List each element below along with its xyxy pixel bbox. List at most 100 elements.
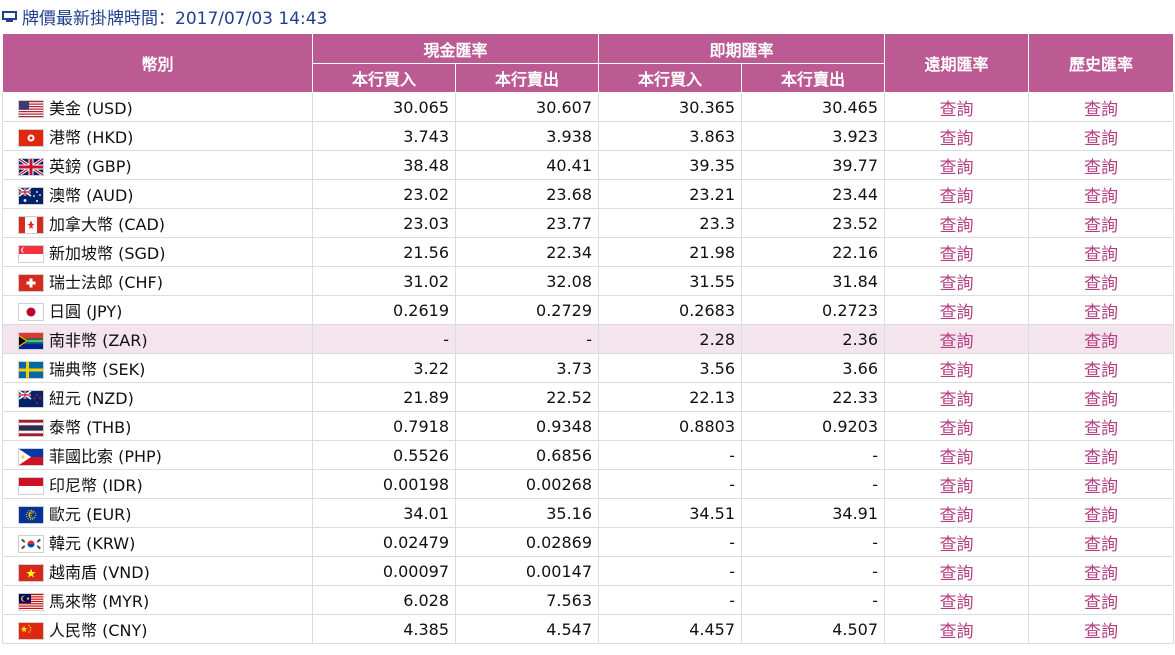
- history-rate-query-link[interactable]: 查詢: [1028, 295, 1175, 325]
- history-rate-query-link[interactable]: 查詢: [1028, 614, 1175, 644]
- currency-name: 韓元 (KRW): [49, 534, 136, 553]
- spot-buy-rate: 39.35: [598, 150, 743, 180]
- currency-name: 越南盾 (VND): [49, 563, 150, 582]
- history-rate-query-link[interactable]: 查詢: [1028, 324, 1175, 354]
- history-rate-query-link[interactable]: 查詢: [1028, 121, 1175, 151]
- spot-buy-rate: 0.8803: [598, 411, 743, 441]
- cash-sell-rate: 3.938: [454, 121, 600, 151]
- cash-sell-rate: 4.547: [454, 614, 600, 644]
- spot-sell-rate: 2.36: [741, 324, 886, 354]
- spot-buy-rate: 3.56: [598, 353, 743, 383]
- cash-buy-rate: 4.385: [312, 614, 456, 644]
- forward-rate-query-link[interactable]: 查詢: [884, 92, 1030, 122]
- cash-buy-rate: 34.01: [312, 498, 456, 528]
- currency-name: 紐元 (NZD): [49, 389, 134, 408]
- history-rate-query-link[interactable]: 查詢: [1028, 92, 1175, 122]
- forward-rate-query-link[interactable]: 查詢: [884, 498, 1030, 528]
- history-rate-query-link[interactable]: 查詢: [1028, 150, 1175, 180]
- currency-name: 港幣 (HKD): [49, 128, 134, 147]
- forward-rate-query-link[interactable]: 查詢: [884, 266, 1030, 296]
- spot-sell-rate: 3.66: [741, 353, 886, 383]
- history-rate-query-link[interactable]: 查詢: [1028, 382, 1175, 412]
- cash-buy-rate: 0.00097: [312, 556, 456, 586]
- forward-rate-query-link[interactable]: 查詢: [884, 469, 1030, 499]
- currency-name: 瑞典幣 (SEK): [49, 360, 146, 379]
- table-row: 英鎊 (GBP) 38.48 40.41 39.35 39.77 查詢 查詢: [2, 150, 1175, 180]
- zar-flag-icon: [19, 333, 43, 349]
- cash-sell-rate: 0.02869: [454, 527, 600, 557]
- forward-rate-query-link[interactable]: 查詢: [884, 411, 1030, 441]
- currency-name: 人民幣 (CNY): [49, 621, 148, 640]
- table-row: 馬來幣 (MYR) 6.028 7.563- - 查詢 查詢: [2, 585, 1175, 615]
- cash-buy-rate: 21.89: [312, 382, 456, 412]
- history-rate-query-link[interactable]: 查詢: [1028, 353, 1175, 383]
- currency-cell: 印尼幣 (IDR): [2, 469, 313, 499]
- spot-sell-rate: 3.923: [741, 121, 886, 151]
- gbp-flag-icon: [19, 159, 43, 175]
- table-row: 泰幣 (THB) 0.7918 0.9348 0.8803 0.9203 查詢 查詢: [2, 411, 1175, 441]
- currency-name: 瑞士法郎 (CHF): [49, 273, 163, 292]
- forward-rate-query-link[interactable]: 查詢: [884, 324, 1030, 354]
- spot-buy-rate: -: [598, 469, 743, 499]
- history-rate-query-link[interactable]: 查詢: [1028, 237, 1175, 267]
- spot-sell-rate: 30.465: [741, 92, 886, 122]
- forward-rate-query-link[interactable]: 查詢: [884, 527, 1030, 557]
- history-rate-query-link[interactable]: 查詢: [1028, 208, 1175, 238]
- currency-cell: 澳幣 (AUD): [2, 179, 313, 209]
- forward-rate-query-link[interactable]: 查詢: [884, 585, 1030, 615]
- currency-cell: 馬來幣 (MYR): [2, 585, 313, 615]
- cash-sell-rate: 23.68: [454, 179, 600, 209]
- cash-buy-rate: 0.02479: [312, 527, 456, 557]
- history-rate-query-link[interactable]: 查詢: [1028, 585, 1175, 615]
- cash-buy-rate: 3.22: [312, 353, 456, 383]
- table-row: 日圓 (JPY) 0.2619 0.2729 0.2683 0.2723 查詢 查詢: [2, 295, 1175, 325]
- currency-cell: 港幣 (HKD): [2, 121, 313, 151]
- update-time-bar: 牌價最新掛牌時間：2017/07/03 14:43: [0, 0, 1175, 33]
- cad-flag-icon: [19, 217, 43, 233]
- vnd-flag-icon: [19, 565, 43, 581]
- cash-sell-rate: 0.6856: [454, 440, 600, 470]
- forward-rate-query-link[interactable]: 查詢: [884, 440, 1030, 470]
- forward-rate-query-link[interactable]: 查詢: [884, 237, 1030, 267]
- forward-rate-query-link[interactable]: 查詢: [884, 121, 1030, 151]
- forward-rate-query-link[interactable]: 查詢: [884, 382, 1030, 412]
- col-header-spot-buy: 本行買入: [598, 63, 743, 93]
- history-rate-query-link[interactable]: 查詢: [1028, 411, 1175, 441]
- cash-buy-rate: 3.743: [312, 121, 456, 151]
- currency-cell: 新加坡幣 (SGD): [2, 237, 313, 267]
- history-rate-query-link[interactable]: 查詢: [1028, 556, 1175, 586]
- cash-sell-rate: 7.563: [454, 585, 600, 615]
- forward-rate-query-link[interactable]: 查詢: [884, 179, 1030, 209]
- svg-text:€: €: [28, 511, 34, 522]
- forward-rate-query-link[interactable]: 查詢: [884, 295, 1030, 325]
- forward-rate-query-link[interactable]: 查詢: [884, 556, 1030, 586]
- currency-name: 泰幣 (THB): [49, 418, 132, 437]
- krw-flag-icon: [19, 536, 43, 552]
- forward-rate-query-link[interactable]: 查詢: [884, 150, 1030, 180]
- forward-rate-query-link[interactable]: 查詢: [884, 208, 1030, 238]
- history-rate-query-link[interactable]: 查詢: [1028, 179, 1175, 209]
- spot-buy-rate: 30.365: [598, 92, 743, 122]
- history-rate-query-link[interactable]: 查詢: [1028, 440, 1175, 470]
- col-header-cash-sell: 本行賣出: [454, 63, 600, 93]
- table-row: 美金 (USD) 30.065 30.607 30.365 30.465 查詢 查詢: [2, 92, 1175, 122]
- currency-cell: 泰幣 (THB): [2, 411, 313, 441]
- forward-rate-query-link[interactable]: 查詢: [884, 353, 1030, 383]
- spot-buy-rate: 2.28: [598, 324, 743, 354]
- history-rate-query-link[interactable]: 查詢: [1028, 498, 1175, 528]
- forward-rate-query-link[interactable]: 查詢: [884, 614, 1030, 644]
- col-header-forward: 遠期匯率: [884, 33, 1030, 93]
- history-rate-query-link[interactable]: 查詢: [1028, 469, 1175, 499]
- exchange-rate-table: 幣別 現金匯率 即期匯率 遠期匯率 歷史匯率 本行買入 本行賣出 本行買入 本行…: [2, 33, 1175, 644]
- spot-buy-rate: 3.863: [598, 121, 743, 151]
- spot-sell-rate: 22.33: [741, 382, 886, 412]
- history-rate-query-link[interactable]: 查詢: [1028, 527, 1175, 557]
- history-rate-query-link[interactable]: 查詢: [1028, 266, 1175, 296]
- currency-name: 美金 (USD): [49, 99, 133, 118]
- table-row: 紐元 (NZD) 21.89 22.52 22.13 22.33 查詢 查詢: [2, 382, 1175, 412]
- cash-sell-rate: 22.52: [454, 382, 600, 412]
- monitor-icon: [2, 11, 17, 22]
- cash-sell-rate: 0.00268: [454, 469, 600, 499]
- cash-buy-rate: 0.00198: [312, 469, 456, 499]
- currency-name: 南非幣 (ZAR): [49, 331, 148, 350]
